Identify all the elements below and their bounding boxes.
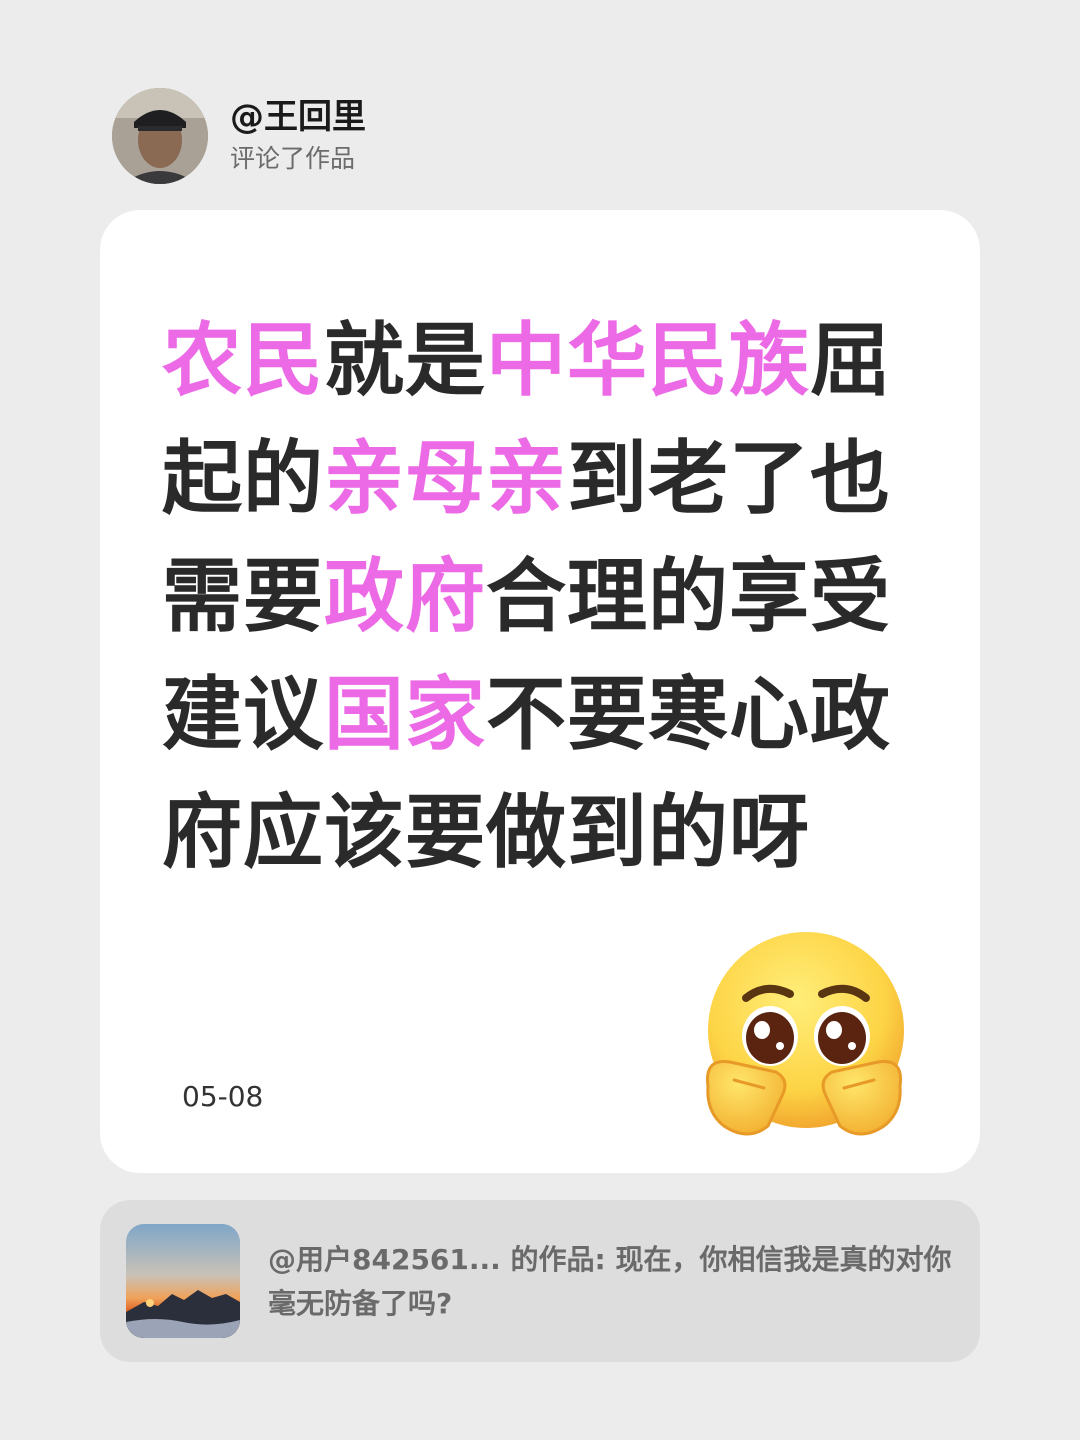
comment-segment: 农民 xyxy=(162,314,324,407)
pleading-face-emoji xyxy=(694,930,914,1140)
comment-date: 05-08 xyxy=(182,1080,264,1113)
comment-card: 农民就是中华民族屈起的亲母亲到老了也需要政府合理的享受建议国家不要寒心政府应该要… xyxy=(100,210,980,1173)
comment-header: @王回里 评论了作品 xyxy=(112,88,366,184)
comment-segment: 就是 xyxy=(324,314,486,407)
action-text: 评论了作品 xyxy=(230,144,356,173)
comment-segment: 亲母亲 xyxy=(324,432,567,525)
referenced-work-text[interactable]: @用户842561... 的作品: 现在，你相信我是真的对你毫无防备了吗? xyxy=(268,1238,958,1326)
referenced-work[interactable]: @用户842561... 的作品: 现在，你相信我是真的对你毫无防备了吗? xyxy=(100,1200,980,1362)
comment-text: 农民就是中华民族屈起的亲母亲到老了也需要政府合理的享受建议国家不要寒心政府应该要… xyxy=(162,302,922,892)
user-meta: @王回里 评论了作品 xyxy=(230,95,366,177)
comment-segment: 国家 xyxy=(324,668,486,761)
work-thumbnail[interactable] xyxy=(126,1224,240,1338)
avatar[interactable] xyxy=(112,88,208,184)
username[interactable]: @王回里 xyxy=(230,95,366,139)
comment-segment: 中华民族 xyxy=(486,314,810,407)
comment-segment: 政府 xyxy=(324,550,486,643)
